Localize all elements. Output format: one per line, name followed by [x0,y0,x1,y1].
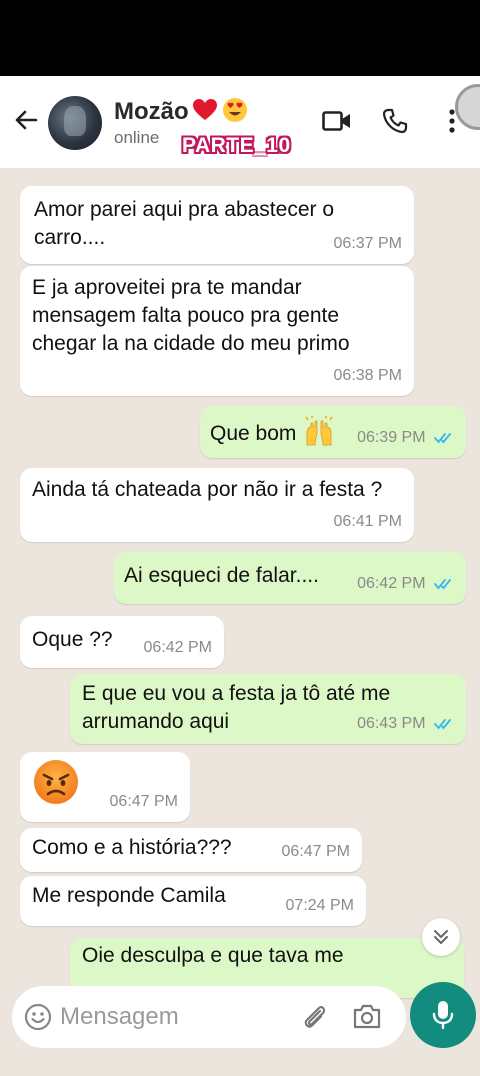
message-bubble-incoming[interactable]: Me responde Camila 07:24 PM [20,876,366,926]
emoji-icon[interactable] [24,1003,52,1031]
read-ticks-icon [434,578,451,590]
message-text: Que bom [210,422,297,445]
message-text: Ainda tá chateada por não ir a festa ? [32,478,383,501]
red-heart-emoji-icon [193,99,217,120]
message-time: 06:47 PM [109,793,178,810]
contact-name[interactable]: Mozão [114,98,189,126]
message-bubble-incoming[interactable]: Amor parei aqui pra abastecer o carro...… [20,186,414,264]
mic-icon [432,1001,454,1030]
camera-icon[interactable] [352,1002,382,1030]
back-arrow-icon[interactable] [12,106,40,134]
video-call-icon[interactable] [322,110,352,132]
raising-hands-emoji-icon [305,416,333,446]
heart-eyes-emoji-icon [223,98,247,122]
message-text: Oie desculpa e que tava me [82,944,344,967]
chat-header: Mozão online PARTE_10 [0,76,480,168]
message-bubble-incoming[interactable]: 06:47 PM [20,752,190,822]
overlay-caption: PARTE_10 [182,134,291,157]
scroll-down-icon [434,930,448,944]
message-time-status: 06:43 PM [357,710,454,738]
message-time-status: 06:42 PM [357,570,454,598]
message-text: Como e a história??? [32,836,232,859]
message-bubble-outgoing[interactable]: E que eu vou a festa ja tô até me arruma… [70,674,466,744]
message-time: 06:43 PM [357,715,426,732]
message-bubble-incoming[interactable]: E ja aproveitei pra te mandar mensagem f… [20,266,414,396]
message-bubble-incoming[interactable]: Oque ?? 06:42 PM [20,616,224,668]
read-ticks-icon [434,432,451,444]
scroll-down-button[interactable] [422,918,460,956]
chat-screen: Mozão online PARTE_10 Amor parei aqui pr… [0,76,480,1076]
message-text: Me responde Camila [32,884,226,907]
attach-icon[interactable] [300,1002,330,1032]
message-bubble-incoming[interactable]: Ainda tá chateada por não ir a festa ? 0… [20,468,414,542]
avatar[interactable] [48,96,102,150]
status-bar-area [0,0,480,76]
message-composer [12,986,406,1048]
angry-face-emoji-icon [34,760,78,804]
contact-status: online [114,128,160,147]
floating-overlay-bubble[interactable] [455,84,480,130]
message-text: Oque ?? [32,628,113,651]
mic-button[interactable] [410,982,476,1048]
message-bubble-incoming[interactable]: Como e a história??? 06:47 PM [20,828,362,872]
message-time: 06:41 PM [333,513,402,530]
message-time: 06:42 PM [357,575,426,592]
message-text: E ja aproveitei pra te mandar mensagem f… [32,276,350,355]
message-time: 07:24 PM [285,897,354,914]
message-bubble-outgoing[interactable]: Ai esqueci de falar.... 06:42 PM [114,552,466,604]
message-time: 06:38 PM [333,367,402,384]
message-text: Ai esqueci de falar.... [124,564,319,587]
phone-call-icon[interactable] [382,108,408,134]
read-ticks-icon [434,718,451,730]
message-time: 06:37 PM [333,235,402,252]
message-time: 06:39 PM [357,429,426,446]
message-time: 06:42 PM [143,639,212,656]
message-time: 06:47 PM [281,843,350,860]
message-time-status: 06:39 PM [357,424,454,452]
message-input[interactable] [60,998,290,1036]
message-bubble-outgoing[interactable]: Que bom 06:39 PM [200,406,466,458]
